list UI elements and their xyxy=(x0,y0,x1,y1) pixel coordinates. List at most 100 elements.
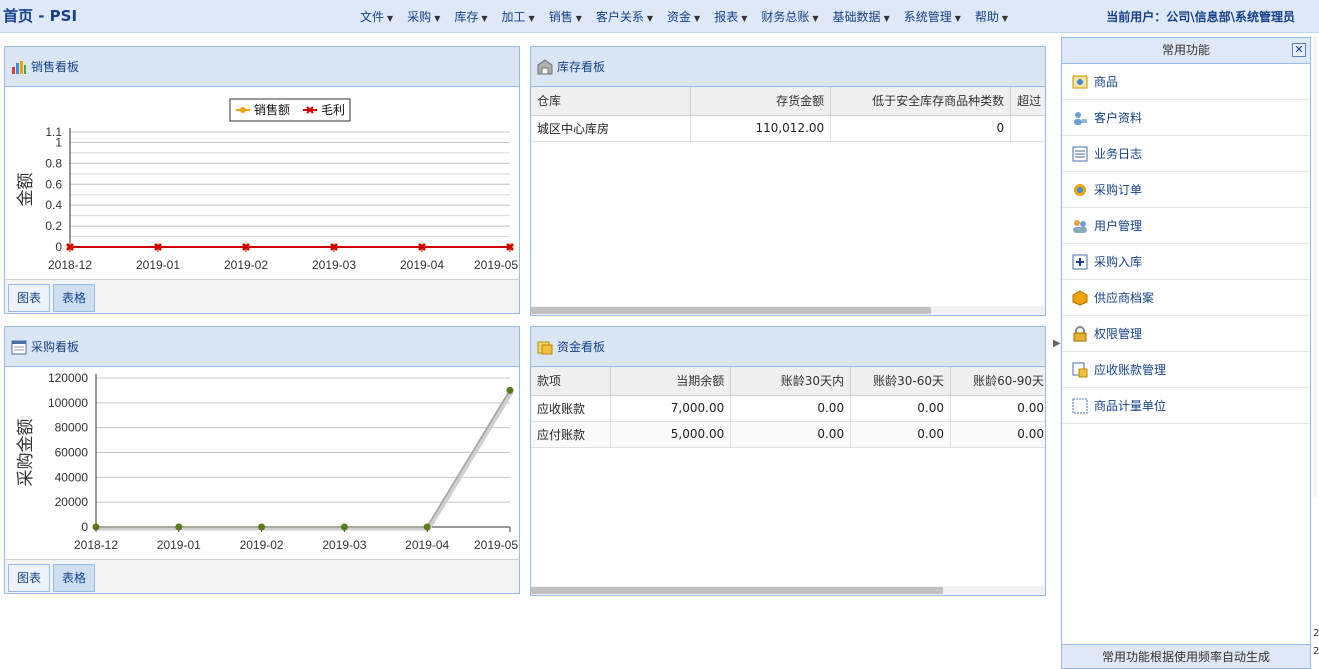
favorites-title: 常用功能 xyxy=(1161,43,1210,57)
horizontal-scrollbar[interactable] xyxy=(531,306,1045,315)
data-point xyxy=(92,523,100,531)
column-header[interactable]: 仓库 xyxy=(531,87,692,116)
funds-table: 款项 当期余额 账龄30天内 账龄30-60天 账龄60-90天 应收账款 7,… xyxy=(531,367,1045,448)
horizontal-scrollbar[interactable] xyxy=(531,586,1045,595)
legend-marker xyxy=(240,107,246,113)
table-cell: 7,000.00 xyxy=(610,395,732,422)
vertical-scrollbar[interactable] xyxy=(1311,37,1319,669)
menu-file[interactable]: 文件 ▼ xyxy=(360,8,393,25)
favorite-label: 业务日志 xyxy=(1094,147,1143,161)
warehouse-icon xyxy=(537,58,553,74)
data-point xyxy=(340,523,348,531)
favorite-purchase-order[interactable]: 采购订单 xyxy=(1062,172,1310,208)
favorite-goods[interactable]: 商品 xyxy=(1062,64,1310,100)
column-header[interactable]: 低于安全库存商品种类数 xyxy=(830,87,1012,116)
tab-table[interactable]: 表格 xyxy=(53,284,96,312)
inventory-table: 仓库 存货金额 低于安全库存商品种类数 超过 城区中心库房 110,012.00… xyxy=(531,87,1045,142)
x-tick-label: 2019-05 xyxy=(474,538,518,552)
menu-sales[interactable]: 销售 ▼ xyxy=(549,8,582,25)
menu-system[interactable]: 系统管理 ▼ xyxy=(904,8,961,25)
purchase-chart: 0 20000 40000 60000 80000 100000 120000 2018-12… xyxy=(16,371,518,552)
table-row[interactable]: 城区中心库房 110,012.00 0 xyxy=(531,115,1045,142)
page-title: 首页 - PSI xyxy=(3,7,78,25)
favorite-receivables[interactable]: 应收账款管理 xyxy=(1062,352,1310,388)
data-point xyxy=(423,523,431,531)
close-icon[interactable]: ✕ xyxy=(1292,43,1306,57)
series-line xyxy=(96,389,511,528)
favorite-label: 权限管理 xyxy=(1094,327,1143,341)
x-tick-label: 2019-03 xyxy=(312,258,356,272)
favorite-supplier[interactable]: 供应商档案 xyxy=(1062,280,1310,316)
favorite-label: 商品 xyxy=(1094,75,1119,89)
log-icon xyxy=(1072,146,1088,161)
menu-reports[interactable]: 报表 ▼ xyxy=(714,8,747,25)
favorite-label: 客户资料 xyxy=(1094,111,1143,125)
x-tick-label: 2019-04 xyxy=(400,258,444,272)
y-tick-label: 20000 xyxy=(55,495,89,509)
menu-basic-data[interactable]: 基础数据 ▼ xyxy=(833,8,890,25)
favorite-units[interactable]: 商品计量单位 xyxy=(1062,388,1310,424)
legend-label: 销售额 xyxy=(254,102,290,117)
tab-chart[interactable]: 图表 xyxy=(8,564,51,592)
favorite-label: 用户管理 xyxy=(1094,219,1143,233)
menu-inventory[interactable]: 库存 ▼ xyxy=(454,8,487,25)
favorite-permissions[interactable]: 权限管理 xyxy=(1062,316,1310,352)
bar-chart-icon xyxy=(12,60,26,74)
table-header-row: 款项 当期余额 账龄30天内 账龄30-60天 账龄60-90天 xyxy=(531,367,1045,396)
column-header[interactable]: 账龄60-90天 xyxy=(950,367,1045,396)
purchase-panel: 采购看板 0 20000 40000 60000 80000 100000 120000 20… xyxy=(4,326,520,594)
column-header[interactable]: 款项 xyxy=(531,367,612,396)
column-header[interactable]: 当期余额 xyxy=(610,367,732,396)
top-bar: 首页 - PSI 文件 ▼ 采购 ▼ 库存 ▼ 加工 ▼ 销售 ▼ 客户关系 ▼ 资金 ▼ 报… xyxy=(0,0,1319,33)
y-tick-label: 0 xyxy=(81,520,88,534)
favorite-user-management[interactable]: 用户管理 xyxy=(1062,208,1310,244)
tab-chart[interactable]: 图表 xyxy=(8,284,51,312)
main-menu: 文件 ▼ 采购 ▼ 库存 ▼ 加工 ▼ 销售 ▼ 客户关系 ▼ 资金 ▼ 报表 ▼ 财务总账 ▼ … xyxy=(360,0,1022,33)
y-tick-label: 120000 xyxy=(48,371,88,385)
menu-purchase[interactable]: 采购 ▼ xyxy=(407,8,440,25)
y-tick-label: 0 xyxy=(55,240,62,254)
column-header[interactable]: 存货金额 xyxy=(690,87,832,116)
favorites-list: 商品 客户资料 业务日志 采购订单 用户管理 采购入库 供应商档案 权限管理 应… xyxy=(1062,64,1310,424)
customer-icon xyxy=(1074,111,1087,125)
x-tick-label: 2018-12 xyxy=(74,538,118,552)
calendar-icon xyxy=(11,340,27,354)
favorites-panel: 常用功能 ✕ 商品 客户资料 业务日志 采购订单 用户管理 采购入库 供应商档案… xyxy=(1061,37,1311,669)
sales-panel: 销售看板 0 0.2 0.4 0.6 0.8 1 1.1 2018-12 2019-01 2019… xyxy=(4,46,520,314)
favorite-customer[interactable]: 客户资料 xyxy=(1062,100,1310,136)
table-cell: 应付账款 xyxy=(531,421,612,448)
x-tick-label: 2019-02 xyxy=(240,538,284,552)
menu-crm[interactable]: 客户关系 ▼ xyxy=(596,8,653,25)
funds-panel-title: 资金看板 xyxy=(557,340,606,354)
y-axis-label: 金额 xyxy=(16,173,36,207)
y-tick-label: 1.1 xyxy=(45,125,62,139)
corner-text: 2 xyxy=(1313,628,1319,639)
table-cell: 城区中心库房 xyxy=(531,115,692,142)
column-header[interactable]: 账龄30天内 xyxy=(730,367,852,396)
menu-processing[interactable]: 加工 ▼ xyxy=(502,8,535,25)
column-header[interactable]: 超过 xyxy=(1010,87,1045,116)
tab-table[interactable]: 表格 xyxy=(53,564,96,592)
y-tick-label: 0.6 xyxy=(45,177,62,191)
column-header[interactable]: 账龄30-60天 xyxy=(850,367,952,396)
table-row[interactable]: 应收账款 7,000.00 0.00 0.00 0.00 xyxy=(531,395,1045,422)
menu-general-ledger[interactable]: 财务总账 ▼ xyxy=(761,8,818,25)
chevron-down-icon: ▼ xyxy=(528,14,535,23)
chevron-down-icon: ▼ xyxy=(954,14,961,23)
favorite-business-log[interactable]: 业务日志 xyxy=(1062,136,1310,172)
users-icon xyxy=(1073,219,1087,233)
x-tick-label: 2019-05 xyxy=(474,258,518,272)
favorites-header: 常用功能 ✕ xyxy=(1062,38,1310,64)
purchase-order-icon xyxy=(1074,183,1086,196)
y-axis-label: 采购金额 xyxy=(16,419,36,487)
favorite-label: 供应商档案 xyxy=(1094,291,1155,305)
favorite-label: 采购入库 xyxy=(1094,255,1143,269)
menu-funds[interactable]: 资金 ▼ xyxy=(667,8,700,25)
menu-help[interactable]: 帮助 ▼ xyxy=(975,8,1008,25)
table-row[interactable]: 应付账款 5,000.00 0.00 0.00 0.00 xyxy=(531,421,1045,448)
chevron-down-icon: ▼ xyxy=(883,14,890,23)
collapse-arrow-icon[interactable]: ▶ xyxy=(1053,338,1061,358)
favorite-purchase-inbound[interactable]: 采购入库 xyxy=(1062,244,1310,280)
x-tick-label: 2018-12 xyxy=(48,258,92,272)
chevron-down-icon: ▼ xyxy=(741,14,748,23)
